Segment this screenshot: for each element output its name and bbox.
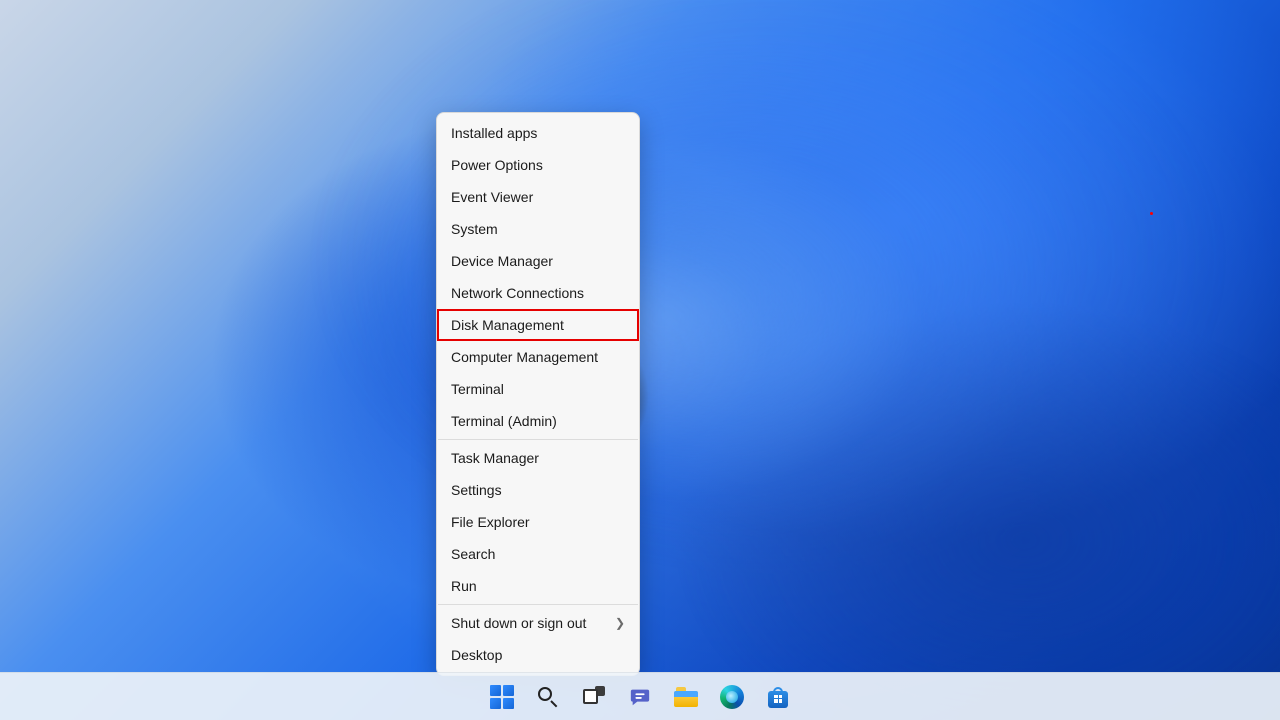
menu-item-label: Computer Management: [451, 349, 598, 365]
menu-terminal-admin[interactable]: Terminal (Admin): [437, 405, 639, 437]
menu-item-label: Power Options: [451, 157, 543, 173]
menu-item-label: System: [451, 221, 498, 237]
menu-item-label: Terminal (Admin): [451, 413, 557, 429]
taskbar-start-button[interactable]: [482, 677, 522, 717]
taskbar-task-view-button[interactable]: [574, 677, 614, 717]
desktop-wallpaper[interactable]: [0, 0, 1280, 720]
menu-desktop[interactable]: Desktop: [437, 639, 639, 671]
menu-item-label: Shut down or sign out: [451, 615, 586, 631]
chat-icon: [629, 686, 651, 708]
menu-file-explorer[interactable]: File Explorer: [437, 506, 639, 538]
taskbar-store-button[interactable]: [758, 677, 798, 717]
menu-item-label: Search: [451, 546, 495, 562]
menu-task-manager[interactable]: Task Manager: [437, 442, 639, 474]
menu-search[interactable]: Search: [437, 538, 639, 570]
menu-item-label: Terminal: [451, 381, 504, 397]
menu-network-connections[interactable]: Network Connections: [437, 277, 639, 309]
menu-item-label: Settings: [451, 482, 502, 498]
menu-event-viewer[interactable]: Event Viewer: [437, 181, 639, 213]
menu-device-manager[interactable]: Device Manager: [437, 245, 639, 277]
taskbar-edge-button[interactable]: [712, 677, 752, 717]
menu-item-label: Run: [451, 578, 477, 594]
menu-item-label: Event Viewer: [451, 189, 533, 205]
menu-separator: [438, 439, 638, 440]
menu-power-options[interactable]: Power Options: [437, 149, 639, 181]
folder-icon: [674, 687, 698, 707]
menu-shut-down-or-sign-out[interactable]: Shut down or sign out ❯: [437, 607, 639, 639]
menu-item-label: File Explorer: [451, 514, 530, 530]
menu-computer-management[interactable]: Computer Management: [437, 341, 639, 373]
menu-item-label: Desktop: [451, 647, 502, 663]
taskbar-chat-button[interactable]: [620, 677, 660, 717]
menu-terminal[interactable]: Terminal: [437, 373, 639, 405]
search-icon: [537, 686, 559, 708]
edge-browser-icon: [720, 685, 744, 709]
menu-disk-management[interactable]: Disk Management: [437, 309, 639, 341]
wallpaper-bloom: [0, 0, 1280, 720]
menu-separator: [438, 604, 638, 605]
taskbar: [0, 672, 1280, 720]
windows-start-icon: [490, 685, 514, 709]
menu-item-label: Device Manager: [451, 253, 553, 269]
chevron-right-icon: ❯: [615, 616, 625, 630]
menu-installed-apps[interactable]: Installed apps: [437, 117, 639, 149]
menu-item-label: Installed apps: [451, 125, 537, 141]
menu-run[interactable]: Run: [437, 570, 639, 602]
microsoft-store-icon: [767, 686, 789, 708]
menu-item-label: Network Connections: [451, 285, 584, 301]
taskbar-file-explorer-button[interactable]: [666, 677, 706, 717]
annotation-red-dot: [1150, 212, 1153, 215]
menu-item-label: Task Manager: [451, 450, 539, 466]
menu-item-label: Disk Management: [451, 317, 564, 333]
taskbar-search-button[interactable]: [528, 677, 568, 717]
menu-settings[interactable]: Settings: [437, 474, 639, 506]
power-user-menu: Installed apps Power Options Event Viewe…: [436, 112, 640, 676]
task-view-icon: [583, 686, 605, 708]
menu-system[interactable]: System: [437, 213, 639, 245]
